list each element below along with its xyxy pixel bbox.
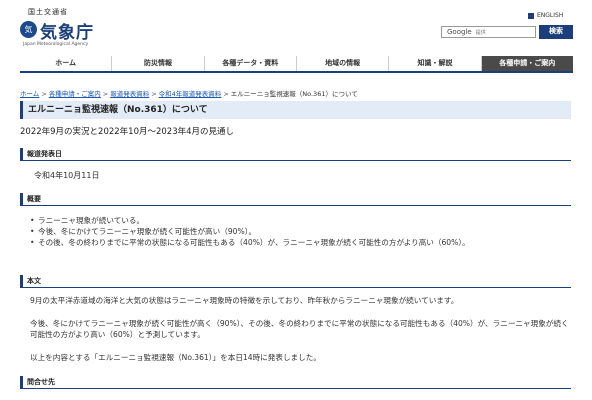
site-header: 国土交通省 気 気象庁 Japan Meteorological Agency … bbox=[0, 0, 592, 52]
nav-applications[interactable]: 各種申請・ご案内 bbox=[480, 56, 573, 71]
english-square-icon bbox=[528, 12, 534, 19]
search-input[interactable]: Google 提供 bbox=[441, 26, 536, 38]
section-heading-summary: 概要 bbox=[20, 193, 571, 206]
body-paragraph-1: 9月の太平洋赤道域の海洋と大気の状態はラニーニャ現象時の特徴を示しており、昨年秋… bbox=[30, 296, 459, 305]
section-heading-date: 報道発表日 bbox=[20, 148, 571, 161]
breadcrumb-press[interactable]: 報道発表資料 bbox=[110, 90, 149, 98]
page-title: エルニーニョ監視速報（No.361）について bbox=[20, 101, 571, 119]
body-paragraph-3: 以上を内容とする「エルニーニョ監視速報（No.361）」を本日14時に発表しまし… bbox=[30, 353, 321, 362]
summary-list: ラニーニャ現象が続いている。 今後、冬にかけてラニーニャ現象が続く可能性が高い（… bbox=[30, 215, 560, 248]
nav-data[interactable]: 各種データ・資料 bbox=[203, 56, 296, 71]
page-subtitle: 2022年9月の実況と2022年10月～2023年4月の見通し bbox=[20, 127, 235, 137]
agency-english-name: Japan Meteorological Agency bbox=[23, 42, 89, 47]
breadcrumb: ホーム > 各種申請・ご案内 > 報道発表資料 > 令和4年報道発表資料 > エルニーニョ監視速… bbox=[20, 90, 358, 98]
breadcrumb-home[interactable]: ホーム bbox=[20, 90, 39, 98]
release-date: 令和4年10月11日 bbox=[34, 171, 100, 180]
section-heading-body: 本文 bbox=[20, 275, 571, 288]
nav-regional[interactable]: 地域の情報 bbox=[295, 56, 388, 71]
list-item: その後、冬の終わりまでに平常の状態になる可能性もある（40%）が、ラニーニャ現象… bbox=[30, 237, 560, 248]
agency-logo[interactable]: 気象庁 bbox=[40, 18, 94, 43]
search-button[interactable]: 検索 bbox=[539, 25, 573, 39]
search-brand: Google bbox=[447, 28, 472, 36]
breadcrumb-applications[interactable]: 各種申請・ご案内 bbox=[49, 90, 101, 98]
list-item: ラニーニャ現象が続いている。 bbox=[30, 215, 560, 226]
english-link[interactable]: ENGLISH bbox=[528, 12, 563, 19]
list-item: 今後、冬にかけてラニーニャ現象が続く可能性が高い（90%）。 bbox=[30, 226, 560, 237]
search-placeholder: 提供 bbox=[475, 29, 486, 36]
breadcrumb-press-2022[interactable]: 令和4年報道発表資料 bbox=[159, 90, 222, 98]
breadcrumb-current: エルニーニョ監視速報（No.361）について bbox=[230, 90, 358, 98]
body-paragraph-2: 今後、冬にかけてラニーニャ現象が続く可能性が高く（90%）、その後、冬の終わりま… bbox=[30, 319, 569, 339]
ministry-name: 国土交通省 bbox=[28, 8, 68, 16]
section-heading-contact: 問合せ先 bbox=[20, 376, 571, 389]
jma-emblem-icon[interactable]: 気 bbox=[20, 21, 37, 38]
nav-home[interactable]: ホーム bbox=[20, 56, 111, 71]
nav-knowledge[interactable]: 知識・解説 bbox=[388, 56, 480, 71]
english-label: ENGLISH bbox=[537, 12, 564, 19]
global-nav: ホーム 防災情報 各種データ・資料 地域の情報 知識・解説 各種申請・ご案内 bbox=[20, 56, 573, 73]
nav-disaster-info[interactable]: 防災情報 bbox=[111, 56, 203, 71]
